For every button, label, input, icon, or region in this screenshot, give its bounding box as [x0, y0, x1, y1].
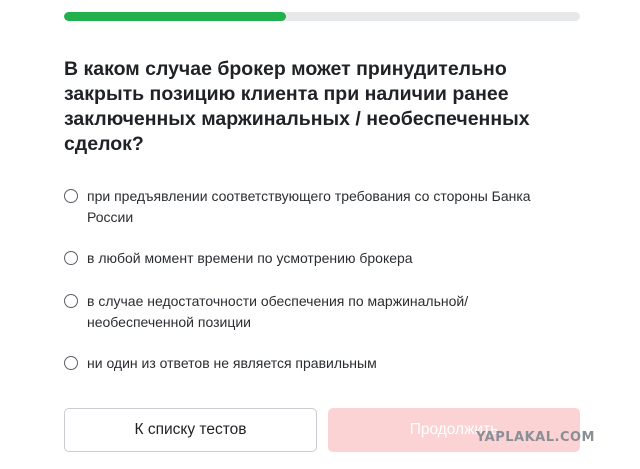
quiz-page: В каком случае брокер может принудительн…	[0, 0, 640, 469]
radio-button[interactable]	[64, 251, 78, 265]
answer-option-2[interactable]: в любой момент времени по усмотрению бро…	[64, 248, 584, 269]
answer-option-label: в любой момент времени по усмотрению бро…	[87, 250, 413, 266]
radio-button[interactable]	[64, 189, 78, 203]
progress-bar	[64, 12, 580, 21]
answer-option-3[interactable]: в случае недостаточности обеспечения по …	[64, 291, 584, 333]
radio-button[interactable]	[64, 356, 78, 370]
watermark: YAPLAKAL.COM	[476, 430, 595, 445]
answer-option-label: при предъявлении соответствующего требов…	[87, 188, 531, 225]
answer-option-label: в случае недостаточности обеспечения по …	[87, 293, 469, 330]
answer-option-label: ни один из ответов не является правильны…	[87, 355, 377, 371]
answer-option-1[interactable]: при предъявлении соответствующего требов…	[64, 186, 584, 228]
answer-options: при предъявлении соответствующего требов…	[64, 186, 584, 374]
back-to-tests-button[interactable]: К списку тестов	[64, 408, 317, 452]
progress-bar-fill	[64, 12, 286, 21]
answer-option-4[interactable]: ни один из ответов не является правильны…	[64, 353, 584, 374]
question-text: В каком случае брокер может принудительн…	[64, 58, 530, 155]
radio-button[interactable]	[64, 294, 78, 308]
